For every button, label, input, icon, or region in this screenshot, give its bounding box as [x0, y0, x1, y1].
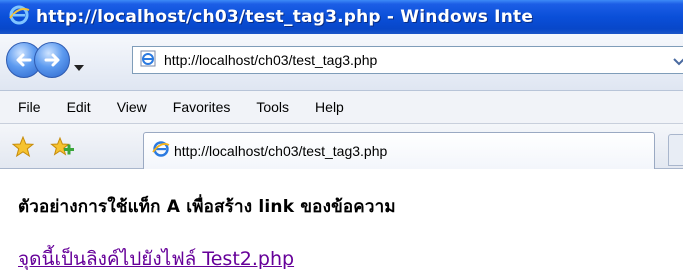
address-dropdown[interactable] — [673, 53, 683, 72]
window-titlebar: http://localhost/ch03/test_tag3.php - Wi… — [0, 0, 683, 34]
page-content: ตัวอย่างการใช้แท็ก A เพื่อสร้าง link ของ… — [0, 169, 683, 278]
ie-page-icon — [152, 140, 170, 162]
window-title: http://localhost/ch03/test_tag3.php - Wi… — [36, 7, 534, 27]
menu-file[interactable]: File — [0, 99, 54, 115]
ie-page-icon — [140, 49, 158, 71]
chevron-down-icon — [74, 65, 84, 71]
address-field[interactable]: http://localhost/ch03/test_tag3.php — [132, 46, 683, 74]
recent-pages-dropdown[interactable] — [74, 56, 84, 75]
menu-tools[interactable]: Tools — [243, 99, 302, 115]
menu-edit[interactable]: Edit — [54, 99, 104, 115]
tab-label: http://localhost/ch03/test_tag3.php — [174, 143, 388, 159]
page-heading: ตัวอย่างการใช้แท็ก A เพื่อสร้าง link ของ… — [18, 197, 396, 217]
menu-bar: File Edit View Favorites Tools Help — [0, 91, 683, 124]
add-favorite-button[interactable] — [50, 136, 74, 162]
address-url: http://localhost/ch03/test_tag3.php — [164, 52, 378, 68]
ie-logo-icon — [8, 4, 30, 30]
forward-arrow-icon — [44, 53, 60, 67]
favorites-center-button[interactable] — [11, 135, 35, 162]
test2-link[interactable]: จุดนี้เป็นลิงค์ไปยังไฟล์ Test2.php — [18, 244, 294, 274]
tab-bar: http://localhost/ch03/test_tag3.php — [0, 124, 683, 169]
menu-help[interactable]: Help — [302, 99, 357, 115]
star-icon — [11, 135, 35, 158]
navigation-bar: http://localhost/ch03/test_tag3.php — [0, 34, 683, 91]
chevron-down-icon — [673, 58, 683, 66]
menu-favorites[interactable]: Favorites — [160, 99, 244, 115]
forward-button[interactable] — [34, 42, 70, 78]
back-arrow-icon — [16, 53, 32, 67]
add-favorite-icon — [50, 136, 74, 156]
new-tab-button[interactable] — [668, 134, 683, 166]
tab-current-page[interactable]: http://localhost/ch03/test_tag3.php — [143, 132, 655, 169]
menu-view[interactable]: View — [104, 99, 160, 115]
